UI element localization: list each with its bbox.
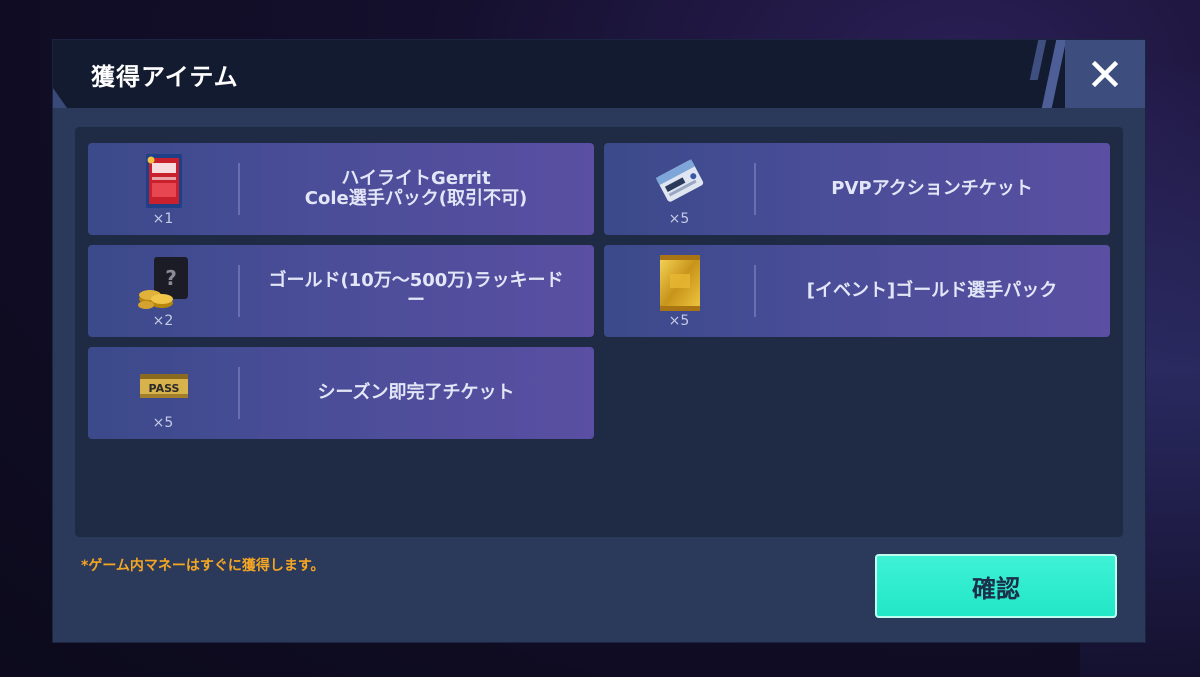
item-name: ハイライトGerrit Cole選手パック(取引不可): [248, 143, 584, 235]
header-accent: [53, 88, 67, 108]
item-quantity: ×5: [668, 211, 690, 227]
item-name-line2: Cole選手パック(取引不可): [304, 188, 528, 209]
item-divider: [754, 265, 756, 317]
item-name-line1: ゴールド(10万〜500万)ラッキード: [268, 270, 564, 291]
item-name-line1: ハイライトGerrit: [341, 168, 491, 189]
confirm-button[interactable]: 確認: [875, 554, 1117, 618]
player-pack-card-icon: [116, 149, 212, 213]
gold-player-pack-icon: [632, 251, 728, 315]
svg-text:PASS: PASS: [149, 382, 180, 395]
list-item[interactable]: ×5 PVPアクションチケット: [604, 143, 1110, 235]
dialog-title: 獲得アイテム: [91, 63, 239, 91]
header-stripe: [1041, 40, 1067, 108]
header-stripe: [1029, 40, 1047, 80]
item-divider: [238, 265, 240, 317]
reward-dialog: 獲得アイテム ×1 ハイライトGerrit Cole選手パック(取引不可) ×5…: [53, 40, 1145, 642]
item-name: PVPアクションチケット: [764, 143, 1100, 235]
season-pass-ticket-icon: PASS: [116, 353, 212, 417]
item-name: ゴールド(10万〜500万)ラッキードー: [248, 245, 584, 337]
item-name-line1: [イベント]ゴールド選手パック: [806, 280, 1058, 301]
item-name: シーズン即完了チケット: [248, 347, 584, 439]
item-name-line1: PVPアクションチケット: [831, 178, 1033, 199]
item-quantity: ×5: [152, 415, 174, 431]
item-divider: [238, 163, 240, 215]
item-name-line1: シーズン即完了チケット: [317, 382, 515, 403]
list-item[interactable]: ×1 ハイライトGerrit Cole選手パック(取引不可): [88, 143, 594, 235]
in-game-money-note: *ゲーム内マネーはすぐに獲得します。: [81, 558, 325, 574]
item-divider: [238, 367, 240, 419]
items-panel: ×1 ハイライトGerrit Cole選手パック(取引不可) ×5 PVPアクシ…: [75, 127, 1123, 537]
dialog-header: 獲得アイテム: [53, 40, 1145, 108]
close-button[interactable]: [1065, 40, 1145, 108]
pvp-ticket-icon: [632, 149, 728, 213]
list-item[interactable]: ×5 [イベント]ゴールド選手パック: [604, 245, 1110, 337]
svg-text:?: ?: [165, 266, 177, 290]
gold-coin-lucky-bag-icon: ?: [116, 251, 212, 315]
item-quantity: ×2: [152, 313, 174, 329]
item-name-line2: ー: [406, 290, 425, 311]
list-item[interactable]: PASS ×5 シーズン即完了チケット: [88, 347, 594, 439]
item-quantity: ×1: [152, 211, 174, 227]
item-divider: [754, 163, 756, 215]
item-name: [イベント]ゴールド選手パック: [764, 245, 1100, 337]
list-item[interactable]: ? ×2 ゴールド(10万〜500万)ラッキードー: [88, 245, 594, 337]
item-quantity: ×5: [668, 313, 690, 329]
close-icon: [1091, 60, 1119, 88]
